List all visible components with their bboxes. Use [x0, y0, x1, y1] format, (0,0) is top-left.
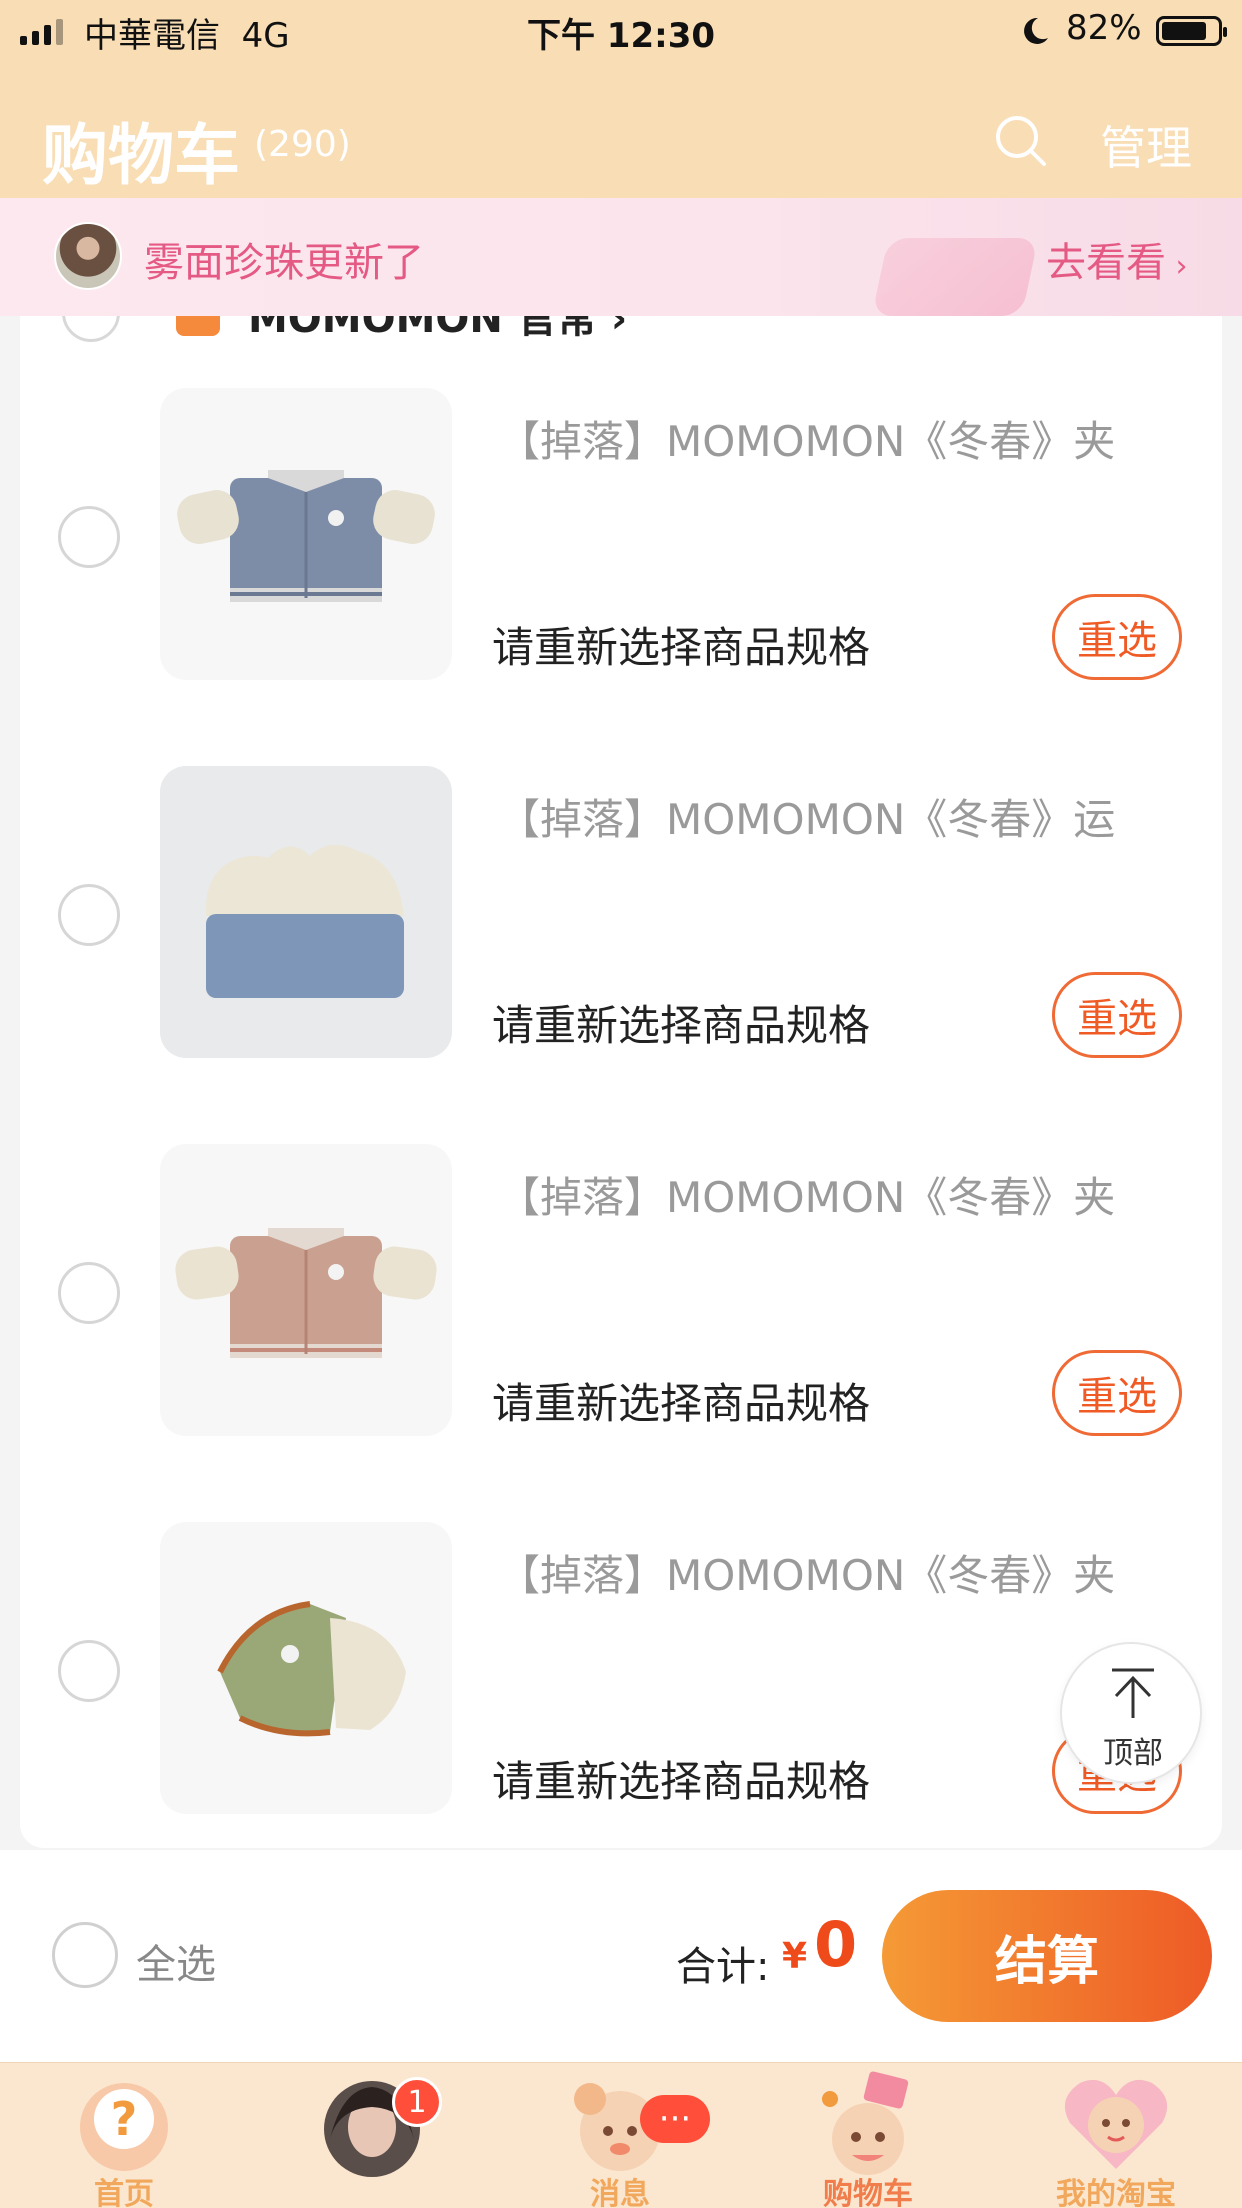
banner-text: 雾面珍珠更新了	[144, 240, 424, 286]
message-badge: ···	[640, 2095, 710, 2143]
battery-icon	[1156, 16, 1227, 46]
tab-label: 我的淘宝	[1056, 2177, 1176, 2208]
tab-home[interactable]: ? 首页	[0, 2063, 248, 2208]
tab-live[interactable]	[248, 2063, 496, 2208]
battery-percent: 82%	[1066, 8, 1142, 48]
item-select-radio[interactable]	[58, 506, 120, 568]
status-bar: 中華電信 4G 下午 12:30 82%	[0, 0, 1242, 62]
tab-messages[interactable]: 消息	[496, 2063, 744, 2208]
svg-text:?: ?	[111, 2092, 138, 2146]
item-select-radio[interactable]	[58, 1262, 120, 1324]
back-to-top-label: 顶部	[1103, 1736, 1163, 1771]
home-mascot-icon: ?	[80, 2083, 168, 2171]
product-thumbnail[interactable]	[160, 388, 452, 680]
currency-symbol: ¥	[782, 1936, 808, 1977]
cart-illustration	[871, 238, 1039, 316]
product-thumbnail[interactable]	[160, 1144, 452, 1436]
jacket-image	[175, 1228, 437, 1358]
banner-link[interactable]: 去看看 ›	[1046, 230, 1188, 288]
reselect-button[interactable]: 重选	[1052, 594, 1182, 680]
item-select-radio[interactable]	[58, 884, 120, 946]
arrow-up-icon	[1112, 1668, 1154, 1718]
select-all-label[interactable]: 全选	[136, 1932, 216, 1990]
cart-list: MOMOMON 官常 › 【掉落】MOMOMON《冬春》夹 请重新选择商品规格 …	[20, 316, 1222, 1848]
chevron-right-icon: ›	[1166, 249, 1188, 284]
item-title[interactable]: 【掉落】MOMOMON《冬春》夹	[498, 1542, 1115, 1603]
list-item: 【掉落】MOMOMON《冬春》夹 请重新选择商品规格 重选	[20, 1522, 1222, 1848]
item-spec-prompt: 请重新选择商品规格	[492, 623, 871, 672]
product-thumbnail[interactable]	[160, 766, 452, 1058]
update-banner[interactable]: 雾面珍珠更新了 去看看 ›	[0, 198, 1242, 316]
list-item: 【掉落】MOMOMON《冬春》运 请重新选择商品规格 重选	[20, 766, 1222, 1146]
search-icon[interactable]	[992, 112, 1048, 168]
tab-bar: ? 首页 1 消息 ··· 购物车 我的淘宝	[0, 2062, 1242, 2208]
item-title[interactable]: 【掉落】MOMOMON《冬春》夹	[498, 408, 1115, 469]
tab-label: 首页	[94, 2177, 154, 2208]
item-title[interactable]: 【掉落】MOMOMON《冬春》夹	[498, 1164, 1115, 1225]
item-spec-prompt: 请重新选择商品规格	[492, 1001, 871, 1050]
cart-count: (290)	[254, 124, 351, 165]
total-amount: 0	[814, 1908, 858, 1981]
tab-label: 购物车	[823, 2177, 913, 2208]
list-item: 【掉落】MOMOMON《冬春》夹 请重新选择商品规格 重选	[20, 1144, 1222, 1524]
shop-icon	[176, 316, 220, 336]
jacket-image	[177, 470, 435, 602]
list-item: 【掉落】MOMOMON《冬春》夹 请重新选择商品规格 重选	[20, 388, 1222, 768]
hat-image	[205, 844, 404, 998]
clock: 下午 12:30	[526, 16, 716, 56]
tab-label: 消息	[590, 2177, 650, 2208]
checkout-bar: 全选 合计: ¥ 0 结算	[0, 1850, 1242, 2062]
shop-select-radio[interactable]	[62, 316, 120, 342]
reselect-button[interactable]: 重选	[1052, 1350, 1182, 1436]
moon-icon	[1024, 17, 1048, 44]
notification-badge: 1	[392, 2077, 442, 2127]
back-to-top-button[interactable]: 顶部	[1060, 1642, 1202, 1784]
page-title: 购物车	[42, 117, 240, 194]
reselect-button[interactable]: 重选	[1052, 972, 1182, 1058]
item-spec-prompt: 请重新选择商品规格	[492, 1757, 871, 1806]
manage-button[interactable]: 管理	[1100, 112, 1192, 178]
item-select-radio[interactable]	[58, 1640, 120, 1702]
cart-mascot-icon	[822, 2071, 909, 2175]
avatar	[54, 222, 122, 290]
tab-my-taobao[interactable]: 我的淘宝	[992, 2063, 1240, 2208]
checkout-button[interactable]: 结算	[882, 1890, 1212, 2022]
item-title[interactable]: 【掉落】MOMOMON《冬春》运	[498, 786, 1115, 847]
product-thumbnail[interactable]	[160, 1522, 452, 1814]
my-taobao-mascot-icon	[1064, 2079, 1168, 2169]
select-all-radio[interactable]	[52, 1922, 118, 1988]
cart-header: 购物车 (290) 管理	[0, 62, 1242, 198]
jacket-image	[217, 1601, 406, 1737]
tab-cart[interactable]: 购物车	[744, 2063, 992, 2208]
item-spec-prompt: 请重新选择商品规格	[492, 1379, 871, 1428]
total-label: 合计:	[676, 1944, 770, 1990]
shop-name[interactable]: MOMOMON 官常 ›	[248, 316, 627, 344]
